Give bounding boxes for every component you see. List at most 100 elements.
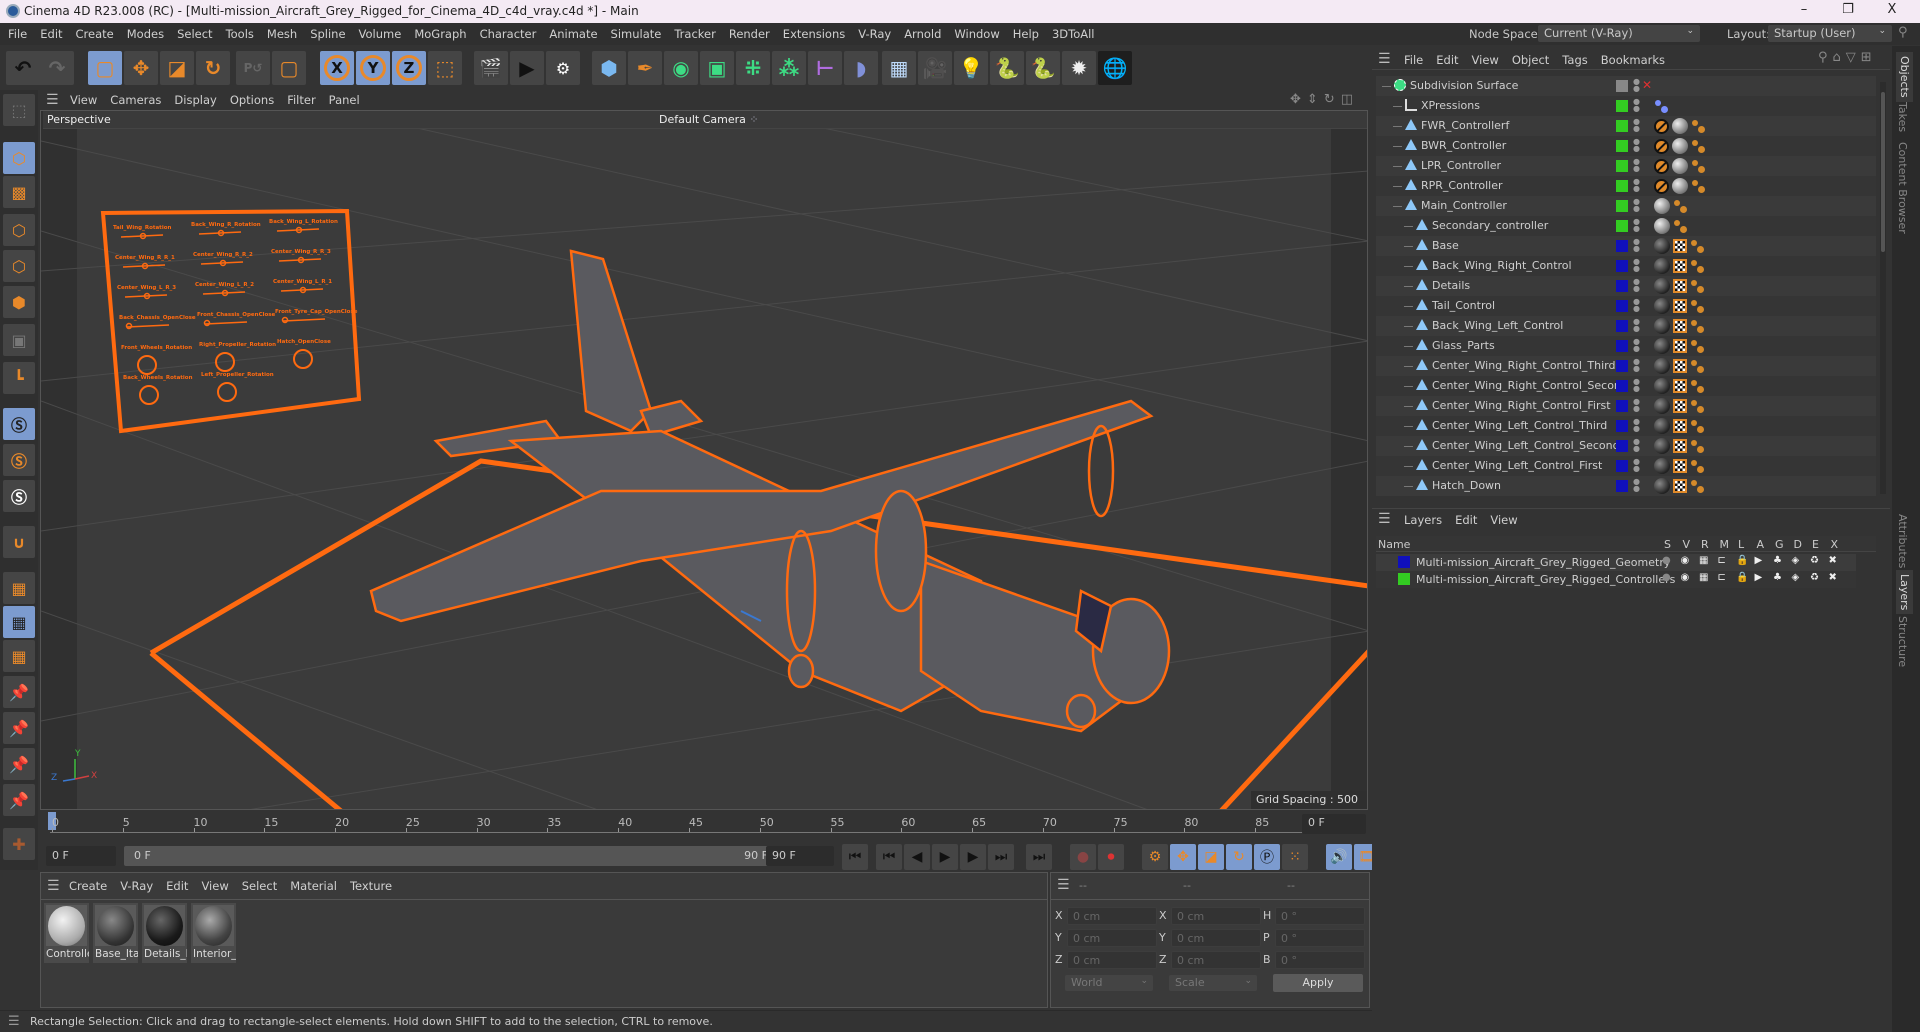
key-pla-icon[interactable]: ⁙ (1282, 844, 1308, 870)
layer-toggle-s-icon[interactable]: ● (1662, 572, 1671, 583)
maximize-button[interactable]: ❐ (1828, 2, 1868, 20)
visibility-dots-icon[interactable]: ● ● (1633, 458, 1640, 474)
coord-value-field[interactable]: 0 cm (1067, 929, 1157, 947)
layer-menu-layers[interactable]: Layers (1404, 513, 1442, 527)
layer-color-swatch[interactable] (1616, 360, 1628, 372)
disabled-x-icon[interactable]: ✕ (1642, 78, 1652, 92)
axis-mode-icon[interactable]: ┗ (3, 362, 35, 394)
object-menu-tags[interactable]: Tags (1562, 53, 1587, 67)
symmetry-button[interactable]: ⊢ (808, 51, 842, 85)
layer-column-s[interactable]: S (1664, 538, 1671, 551)
texture-tag-icon[interactable] (1673, 379, 1687, 393)
viewport-menu-filter[interactable]: Filter (287, 93, 315, 107)
go-to-start-button[interactable]: ⏮ (842, 844, 868, 870)
layer-row[interactable]: Multi-mission_Aircraft_Grey_Rigged_Contr… (1376, 571, 1856, 588)
frame-range-slider[interactable]: 0 F 90 F (124, 846, 784, 866)
psr-button[interactable]: P↺ (236, 51, 270, 85)
protection-tag-icon[interactable] (1654, 178, 1669, 194)
object-row[interactable]: XPressions ● ● (1376, 96, 1876, 116)
sound-icon[interactable]: 🔊 (1326, 844, 1352, 870)
layer-color-swatch[interactable] (1616, 140, 1628, 152)
layer-toggle-d-icon[interactable]: ◈ (1792, 555, 1800, 566)
layer-column-r[interactable]: R (1701, 538, 1709, 551)
viewport-camera-label[interactable]: Default Camera ⁘ (659, 113, 759, 126)
hamburger-icon[interactable]: ☰ (1378, 51, 1391, 67)
layer-toggle-e-icon[interactable]: ♻ (1810, 555, 1819, 566)
tab-content-browser[interactable]: Content Browser (1896, 142, 1909, 234)
toggle-view-icon[interactable]: ◫ (1341, 92, 1359, 107)
object-name[interactable]: Center_Wing_Right_Control_First (1432, 399, 1611, 412)
extrude-button[interactable]: ▣ (700, 51, 734, 85)
hamburger-icon[interactable]: ☰ (1057, 877, 1070, 893)
visibility-dots-icon[interactable]: ● ● (1633, 218, 1640, 234)
object-name[interactable]: RPR_Controller (1421, 179, 1503, 192)
layout-dropdown[interactable]: Startup (User) ⌄ (1768, 25, 1892, 42)
next-key-button[interactable]: ⏭ (988, 844, 1014, 870)
autokey-icon[interactable]: ⏺ (1098, 844, 1124, 870)
object-name[interactable]: Center_Wing_Right_Control_Second (1432, 379, 1628, 392)
layer-column-m[interactable]: M (1720, 538, 1730, 551)
material-tag-icon[interactable] (1654, 478, 1670, 494)
visibility-dots-icon[interactable]: ● ● (1633, 158, 1640, 174)
visibility-dots-icon[interactable]: ● ● (1633, 318, 1640, 334)
keyframe-settings-icon[interactable]: ⚙ (1142, 844, 1168, 870)
menu-v-ray[interactable]: V-Ray (858, 27, 891, 41)
end-frame-field[interactable]: 90 F (766, 846, 834, 866)
coord-value-field[interactable]: 0 cm (1171, 929, 1261, 947)
object-row[interactable]: Center_Wing_Right_Control_Third ● ● (1376, 356, 1876, 376)
layer-color-swatch[interactable] (1616, 80, 1628, 92)
ik-tag-icon[interactable] (1691, 119, 1705, 133)
protection-tag-icon[interactable] (1654, 138, 1669, 154)
layer-toggle-v-icon[interactable]: ◉ (1681, 555, 1690, 566)
object-menu-object[interactable]: Object (1512, 53, 1549, 67)
solo-hierarchy-icon[interactable]: Ⓢ (3, 444, 35, 476)
layer-color-swatch[interactable] (1616, 420, 1628, 432)
visibility-dots-icon[interactable]: ● ● (1633, 418, 1640, 434)
visibility-dots-icon[interactable]: ● ● (1633, 278, 1640, 294)
visibility-dots-icon[interactable]: ● ● (1633, 238, 1640, 254)
material-tag-icon[interactable] (1672, 118, 1688, 134)
key-position-icon[interactable]: ✥ (1170, 844, 1196, 870)
x-axis-button[interactable]: X (320, 51, 354, 85)
key-scale-icon[interactable]: ◪ (1198, 844, 1224, 870)
xpresso-tag-icon[interactable] (1654, 99, 1668, 113)
layer-column-a[interactable]: A (1757, 538, 1765, 551)
ik-tag-icon[interactable] (1690, 359, 1704, 373)
layer-column-v[interactable]: V (1683, 538, 1691, 551)
pin-p-icon[interactable]: 📌 (3, 712, 35, 744)
coordinate-system-button[interactable]: ⬚ (428, 51, 462, 85)
menu-window[interactable]: Window (954, 27, 999, 41)
material-tag-icon[interactable] (1654, 438, 1670, 454)
layer-color-swatch[interactable] (1616, 480, 1628, 492)
layer-column-x[interactable]: X (1831, 538, 1839, 551)
object-row[interactable]: FWR_Controllerf ● ● (1376, 116, 1876, 136)
material-menu-material[interactable]: Material (290, 879, 337, 893)
ik-tag-icon[interactable] (1690, 319, 1704, 333)
start-frame-field[interactable]: 0 F (46, 846, 116, 866)
layer-column-e[interactable]: E (1812, 538, 1819, 551)
object-row[interactable]: Center_Wing_Left_Control_Third ● ● (1376, 416, 1876, 436)
layer-toggle-s-icon[interactable]: ● (1662, 555, 1671, 566)
material-swatch[interactable]: Details_l (142, 903, 187, 963)
vertex-button[interactable]: ⁜ (736, 51, 770, 85)
menu-file[interactable]: File (8, 27, 27, 41)
layer-column-g[interactable]: G (1775, 538, 1784, 551)
ik-tag-icon[interactable] (1690, 439, 1704, 453)
layer-toggle-x-icon[interactable]: ✖ (1829, 572, 1837, 583)
pan-icon[interactable]: ✥ (1290, 92, 1307, 107)
object-row[interactable]: Base ● ● (1376, 236, 1876, 256)
menu-mograph[interactable]: MoGraph (414, 27, 466, 41)
camera-button[interactable]: 🎥 (918, 51, 952, 85)
object-row[interactable]: Hatch_Down ● ● (1376, 476, 1876, 496)
object-menu-edit[interactable]: Edit (1436, 53, 1458, 67)
ik-tag-icon[interactable] (1690, 259, 1704, 273)
uv-mode-icon[interactable]: ▣ (3, 324, 35, 356)
visibility-dots-icon[interactable]: ● ● (1633, 438, 1640, 454)
menu-select[interactable]: Select (177, 27, 212, 41)
object-menu-bookmarks[interactable]: Bookmarks (1601, 53, 1665, 67)
material-tag-icon[interactable] (1654, 258, 1670, 274)
node-space-dropdown[interactable]: Current (V-Ray) ⌄ (1538, 25, 1700, 42)
material-menu-v-ray[interactable]: V-Ray (120, 879, 153, 893)
object-row[interactable]: RPR_Controller ● ● (1376, 176, 1876, 196)
layer-toggle-m-icon[interactable]: ⊏ (1718, 572, 1726, 583)
